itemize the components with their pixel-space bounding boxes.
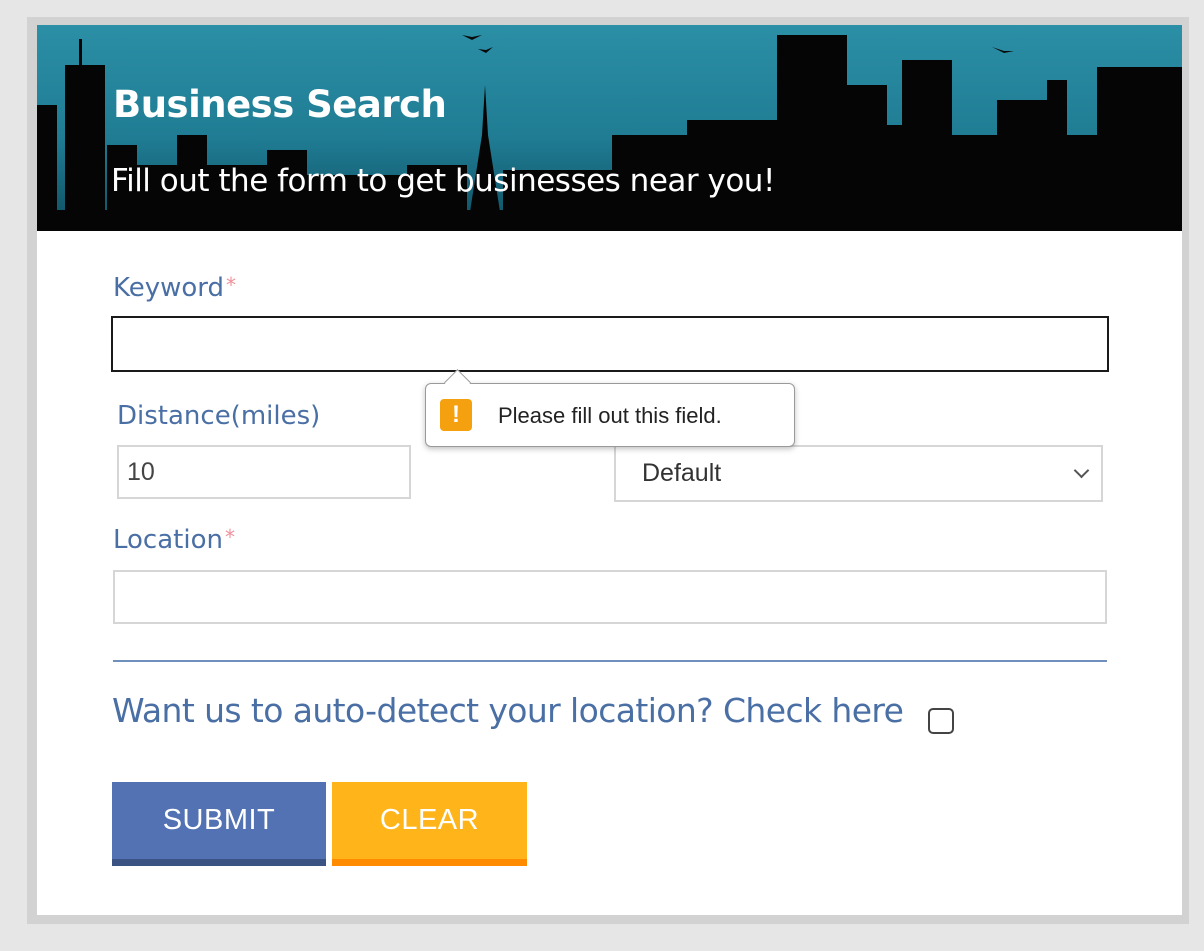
tooltip-message: Please fill out this field. <box>498 403 722 428</box>
page-frame: Business Search Fill out the form to get… <box>27 17 1189 924</box>
chevron-down-icon <box>1073 462 1090 479</box>
auto-detect-label: Want us to auto-detect your location? Ch… <box>112 691 904 730</box>
location-label: Location * <box>113 525 235 555</box>
category-select[interactable]: Default <box>614 445 1103 502</box>
warning-icon: ! <box>440 399 472 431</box>
distance-label: Distance(miles) <box>117 401 321 431</box>
search-card: Business Search Fill out the form to get… <box>37 25 1182 915</box>
clear-button[interactable]: CLEAR <box>332 782 527 866</box>
required-asterisk: * <box>224 525 235 549</box>
keyword-input[interactable] <box>111 316 1109 372</box>
auto-detect-checkbox[interactable] <box>928 708 954 734</box>
required-asterisk: * <box>226 273 237 297</box>
distance-input[interactable] <box>117 445 411 499</box>
skyline-illustration <box>37 35 1182 231</box>
submit-button[interactable]: SUBMIT <box>112 782 326 866</box>
page-subtitle: Fill out the form to get businesses near… <box>111 163 775 199</box>
tooltip-arrow <box>444 369 471 396</box>
validation-tooltip: ! Please fill out this field. <box>425 369 795 447</box>
keyword-label: Keyword * <box>113 273 236 303</box>
category-selected-value: Default <box>642 459 722 487</box>
page-title: Business Search <box>113 83 447 126</box>
location-input[interactable] <box>113 570 1107 624</box>
location-label-text: Location <box>113 525 223 555</box>
form-divider <box>113 660 1107 662</box>
keyword-label-text: Keyword <box>113 273 225 303</box>
header-banner: Business Search Fill out the form to get… <box>37 25 1182 231</box>
